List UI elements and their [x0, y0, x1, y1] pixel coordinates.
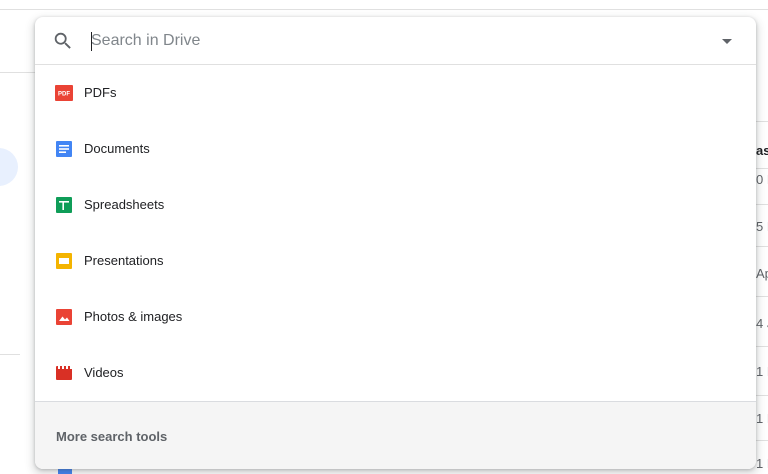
text-cursor [91, 32, 92, 51]
sidebar-divider-lower [0, 354, 20, 355]
file-type-item-pdfs[interactable]: PDF PDFs [35, 65, 756, 121]
file-row-cell[interactable]: 1 N [756, 456, 768, 472]
search-icon[interactable] [52, 30, 74, 52]
search-dropdown-footer: More search tools [35, 401, 756, 469]
pdf-icon: PDF [55, 85, 73, 101]
search-options-dropdown-icon[interactable] [715, 31, 739, 51]
sidebar-selected-item[interactable] [0, 148, 18, 186]
file-row-cell[interactable]: 1 N [756, 411, 768, 427]
slides-icon [56, 253, 72, 269]
file-type-item-documents[interactable]: Documents [35, 121, 756, 177]
file-row-cell[interactable]: 4 J [756, 316, 768, 332]
sheets-icon [56, 197, 72, 213]
file-type-label: Videos [84, 365, 124, 380]
search-input[interactable] [91, 29, 691, 53]
file-row-cell[interactable]: Ap [756, 266, 768, 282]
file-row-cell[interactable]: 0 D [756, 172, 768, 188]
search-bar [35, 17, 756, 65]
file-type-label: Photos & images [84, 309, 183, 324]
file-type-label: Presentations [84, 253, 164, 268]
header-divider [0, 9, 768, 10]
sidebar-divider [0, 72, 40, 73]
file-type-label: PDFs [84, 85, 117, 100]
file-type-label: Spreadsheets [84, 197, 165, 212]
search-dropdown: PDF PDFs Documents Spreadsheets [35, 17, 756, 469]
pdf-badge-text: PDF [58, 92, 70, 98]
image-icon [56, 309, 72, 325]
file-type-label: Documents [84, 141, 150, 156]
docs-icon [56, 141, 72, 157]
file-type-item-presentations[interactable]: Presentations [35, 233, 756, 289]
file-type-item-photos-images[interactable]: Photos & images [35, 289, 756, 345]
file-row-cell[interactable]: 5 D [756, 219, 768, 235]
column-header-fragment[interactable]: as [756, 143, 768, 159]
more-search-tools-link[interactable]: More search tools [56, 429, 167, 444]
file-type-item-videos[interactable]: Videos [35, 345, 756, 401]
file-row-cell[interactable]: 1 N [756, 364, 768, 380]
video-icon [56, 366, 72, 380]
file-type-item-spreadsheets[interactable]: Spreadsheets [35, 177, 756, 233]
